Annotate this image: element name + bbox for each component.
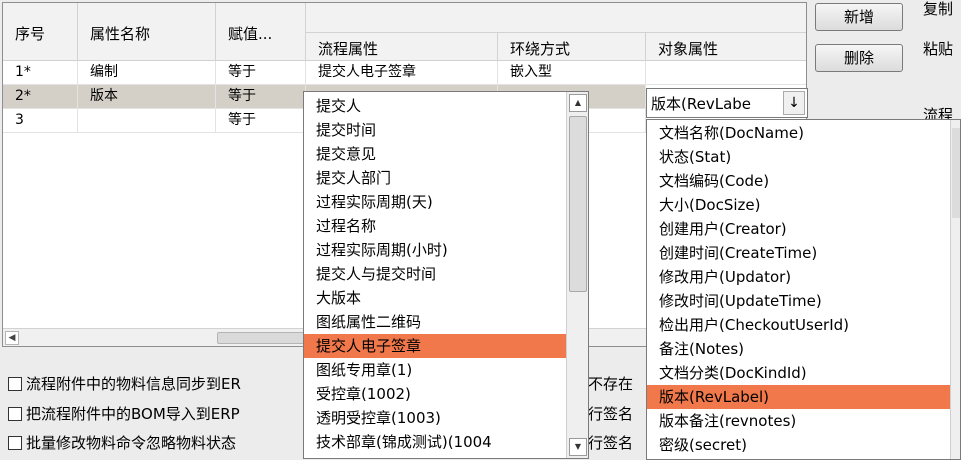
partial-text-3: 行签名 bbox=[588, 434, 634, 452]
list-item[interactable]: 图纸属性二维码 bbox=[304, 310, 566, 334]
list-item[interactable]: 提交时间 bbox=[304, 118, 566, 142]
list-item[interactable]: 提交意见 bbox=[304, 142, 566, 166]
list-item[interactable]: 创建用户(Creator) bbox=[647, 217, 950, 241]
object-attr-dropdown[interactable]: 文档名称(DocName) 状态(Stat) 文档编码(Code) 大小(DocSiz… bbox=[646, 119, 961, 460]
col-header-attr-name[interactable]: 属性名称 bbox=[78, 3, 216, 61]
object-attr-combo[interactable]: 版本(RevLabe ↓ bbox=[646, 88, 808, 118]
list-item[interactable]: 文档分类(DocKindId) bbox=[647, 361, 950, 385]
table-row-2-assign[interactable]: 等于 bbox=[216, 85, 306, 109]
list-item[interactable]: 检出用户(CheckoutUserId) bbox=[647, 313, 950, 337]
partial-text-2: 行签名 bbox=[588, 405, 634, 423]
table-row-1-obj-attr[interactable] bbox=[646, 61, 806, 85]
dropdown-scrollbar[interactable] bbox=[950, 120, 960, 459]
partial-text-1: 不存在 bbox=[588, 375, 634, 393]
scroll-up-icon[interactable]: ▲ bbox=[569, 94, 587, 112]
col-header-assign[interactable]: 赋值... bbox=[216, 3, 306, 61]
checkbox-ignore-status[interactable]: 批量修改物料命令忽略物料状态 bbox=[8, 432, 236, 454]
table-row-1-attr-name[interactable]: 编制 bbox=[78, 61, 216, 85]
scroll-down-icon[interactable]: ▼ bbox=[569, 438, 587, 456]
table-row-1-seq[interactable]: 1* bbox=[3, 61, 78, 85]
table-row-2-attr-name[interactable]: 版本 bbox=[78, 85, 216, 109]
list-item[interactable]: 受控章(1002) bbox=[304, 382, 566, 406]
list-item[interactable]: 版本备注(revnotes) bbox=[647, 409, 950, 433]
table-row-1-assign[interactable]: 等于 bbox=[216, 61, 306, 85]
scroll-left-icon[interactable]: ◀ bbox=[5, 331, 19, 345]
list-item[interactable]: 大版本 bbox=[304, 286, 566, 310]
table-row-1-env[interactable]: 嵌入型 bbox=[498, 61, 646, 85]
table-row-3-seq[interactable]: 3 bbox=[3, 109, 78, 133]
table-row-3-attr-name[interactable] bbox=[78, 109, 216, 133]
col-header-flow-attr[interactable]: 流程属性 bbox=[306, 33, 498, 61]
table-row-2-seq[interactable]: 2* bbox=[3, 85, 78, 109]
chevron-down-icon[interactable]: ↓ bbox=[783, 91, 805, 115]
col-header-group bbox=[306, 3, 806, 33]
copy-label[interactable]: 复制 bbox=[923, 0, 953, 19]
list-item[interactable]: 图纸专用章(1) bbox=[304, 358, 566, 382]
col-header-env[interactable]: 环绕方式 bbox=[498, 33, 646, 61]
flow-attr-dropdown[interactable]: ▲ ▼ 提交人 提交时间 提交意见 提交人部门 过程实际周期(天) 过程名称 过程实际周期(… bbox=[303, 91, 589, 459]
list-item[interactable]: 大小(DocSize) bbox=[647, 193, 950, 217]
table-row-3-assign[interactable]: 等于 bbox=[216, 109, 306, 133]
checkbox-box[interactable] bbox=[8, 436, 22, 450]
add-button[interactable]: 新增 bbox=[815, 3, 903, 31]
checkbox-sync-material[interactable]: 流程附件中的物料信息同步到ER bbox=[8, 373, 241, 395]
list-item[interactable]: 备注(Notes) bbox=[647, 337, 950, 361]
scroll-thumb[interactable] bbox=[217, 332, 305, 344]
checkbox-box[interactable] bbox=[8, 377, 22, 391]
list-item[interactable]: 提交人部门 bbox=[304, 166, 566, 190]
list-item[interactable]: 创建时间(CreateTime) bbox=[647, 241, 950, 265]
checkbox-import-bom[interactable]: 把流程附件中的BOM导入到ERP bbox=[8, 403, 240, 425]
table-row-1-flow-attr[interactable]: 提交人电子签章 bbox=[306, 61, 498, 85]
col-header-seq[interactable]: 序号 bbox=[3, 3, 78, 61]
delete-button[interactable]: 删除 bbox=[815, 44, 903, 72]
list-item[interactable]: 提交人与提交时间 bbox=[304, 262, 566, 286]
checkbox-box[interactable] bbox=[8, 407, 22, 421]
list-item[interactable]: 提交人电子签章 bbox=[304, 334, 566, 358]
combo-value: 版本(RevLabe bbox=[651, 95, 752, 113]
scroll-thumb[interactable] bbox=[569, 116, 587, 292]
paste-label[interactable]: 粘贴 bbox=[923, 38, 953, 59]
list-item[interactable]: 过程实际周期(小时) bbox=[304, 238, 566, 262]
list-item[interactable]: 透明受控章(1003) bbox=[304, 406, 566, 430]
list-item[interactable]: 修改用户(Updator) bbox=[647, 265, 950, 289]
list-item[interactable]: 密级(secret) bbox=[647, 433, 950, 457]
list-item[interactable]: 技术部章(锦成测试)(1004 bbox=[304, 430, 566, 454]
list-item[interactable]: 过程名称 bbox=[304, 214, 566, 238]
list-item[interactable]: 提交人 bbox=[304, 94, 566, 118]
list-item[interactable]: 修改时间(UpdateTime) bbox=[647, 289, 950, 313]
col-header-obj-attr[interactable]: 对象属性 bbox=[646, 33, 806, 61]
scroll-thumb[interactable] bbox=[952, 128, 960, 218]
list-item[interactable]: 文档名称(DocName) bbox=[647, 121, 950, 145]
list-item[interactable]: 状态(Stat) bbox=[647, 145, 950, 169]
list-item[interactable]: 过程实际周期(天) bbox=[304, 190, 566, 214]
list-item[interactable]: 版本(RevLabel) bbox=[647, 385, 950, 409]
dropdown-scrollbar[interactable]: ▲ ▼ bbox=[566, 92, 588, 458]
list-item[interactable]: 文档编码(Code) bbox=[647, 169, 950, 193]
